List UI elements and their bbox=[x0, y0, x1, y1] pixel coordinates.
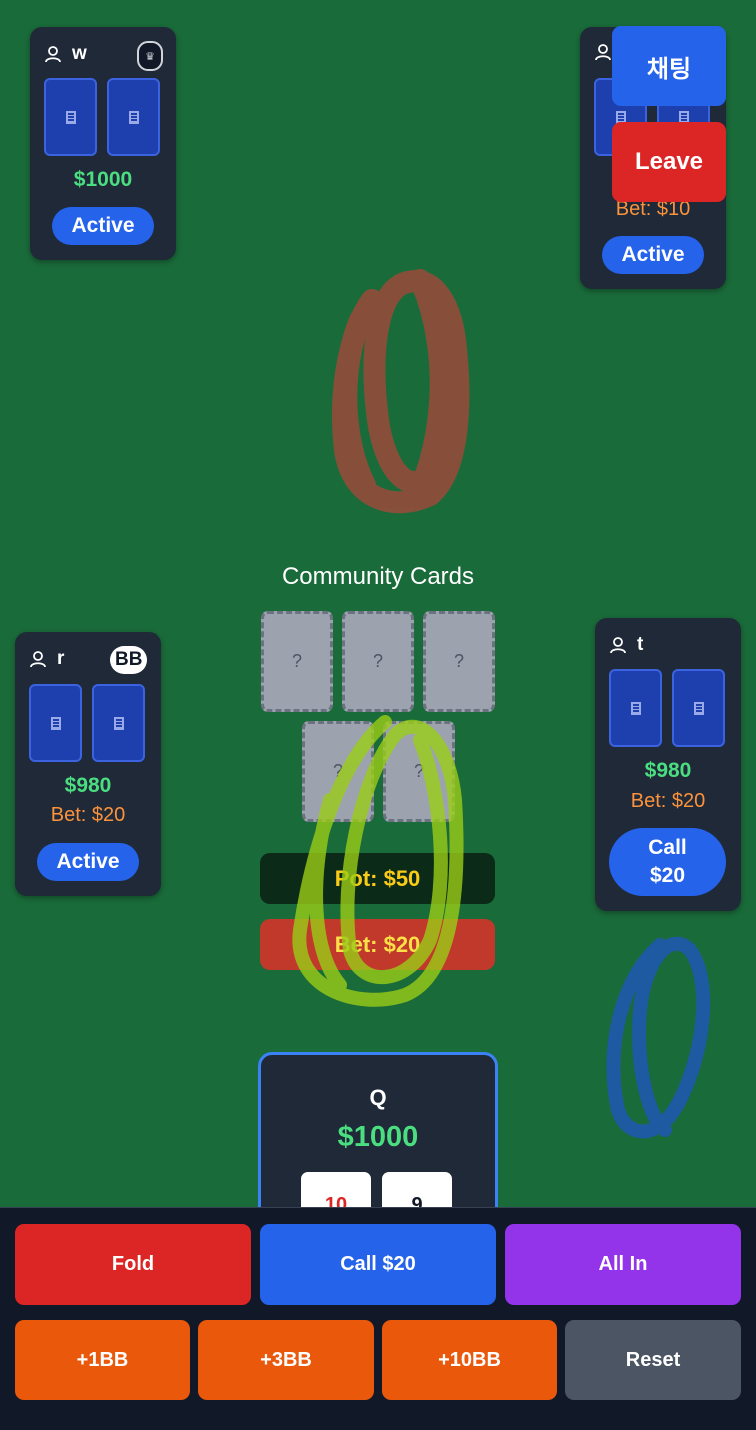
player-r-panel: r BB $980 Bet: $20 Active bbox=[15, 632, 161, 896]
big-blind-badge: BB bbox=[110, 646, 148, 674]
call-button[interactable]: Call $20 bbox=[260, 1224, 496, 1305]
action-bar: Fold Call $20 All In +1BB +3BB +10BB Res… bbox=[0, 1207, 756, 1430]
community-card: ? bbox=[342, 611, 414, 712]
player-w-status: Active bbox=[52, 207, 154, 245]
player-t-status-line2: $20 bbox=[649, 864, 686, 887]
crown-icon: ♛ bbox=[137, 41, 163, 71]
brown-scribble bbox=[332, 269, 470, 514]
player-t-chips: $980 bbox=[644, 759, 692, 782]
pot-display: Pot: $50 bbox=[260, 853, 495, 904]
player-t-panel: t $980 Bet: $20 Call $20 bbox=[595, 618, 741, 911]
hole-card bbox=[92, 684, 145, 762]
player-w-name: w bbox=[72, 43, 87, 64]
hole-card bbox=[29, 684, 82, 762]
raise-1bb-button[interactable]: +1BB bbox=[15, 1320, 190, 1400]
hole-card bbox=[107, 78, 160, 156]
player-t-status-line1: Call bbox=[648, 836, 687, 859]
player-r-name: r bbox=[57, 648, 65, 669]
user-icon bbox=[595, 44, 611, 61]
raise-10bb-button[interactable]: +10BB bbox=[382, 1320, 557, 1400]
your-name: Q bbox=[369, 1085, 387, 1110]
reset-button[interactable]: Reset bbox=[565, 1320, 741, 1400]
player-topright-header bbox=[594, 43, 612, 61]
raise-3bb-button[interactable]: +3BB bbox=[198, 1320, 374, 1400]
player-t-bet: Bet: $20 bbox=[630, 790, 706, 812]
community-card: ? bbox=[423, 611, 495, 712]
player-topright-status: Active bbox=[602, 236, 704, 274]
user-icon bbox=[610, 637, 626, 654]
community-card: ? bbox=[383, 721, 455, 822]
fold-button[interactable]: Fold bbox=[15, 1224, 251, 1305]
all-in-button[interactable]: All In bbox=[505, 1224, 741, 1305]
player-w-header: w bbox=[44, 43, 87, 65]
blue-scribble bbox=[606, 936, 711, 1139]
your-chips: $1000 bbox=[337, 1121, 419, 1153]
player-t-name: t bbox=[637, 634, 644, 655]
community-card: ? bbox=[302, 721, 374, 822]
user-icon bbox=[30, 651, 46, 668]
hole-card bbox=[44, 78, 97, 156]
leave-button[interactable]: Leave bbox=[612, 122, 726, 202]
player-r-bet: Bet: $20 bbox=[50, 804, 126, 826]
hole-card bbox=[609, 669, 662, 747]
hole-card bbox=[672, 669, 725, 747]
player-w-chips: $1000 bbox=[73, 168, 133, 191]
player-w-panel: w ♛ $1000 Active bbox=[30, 27, 176, 260]
chat-button[interactable]: 채팅 bbox=[612, 26, 726, 106]
community-card: ? bbox=[261, 611, 333, 712]
player-r-status: Active bbox=[37, 843, 139, 881]
community-cards-title: Community Cards bbox=[281, 563, 475, 590]
player-r-header: r bbox=[29, 648, 64, 670]
user-icon bbox=[45, 46, 61, 63]
player-t-status: Call $20 bbox=[609, 828, 726, 896]
player-r-chips: $980 bbox=[64, 774, 112, 797]
current-bet-display: Bet: $20 bbox=[260, 919, 495, 970]
player-t-header: t bbox=[609, 634, 643, 656]
